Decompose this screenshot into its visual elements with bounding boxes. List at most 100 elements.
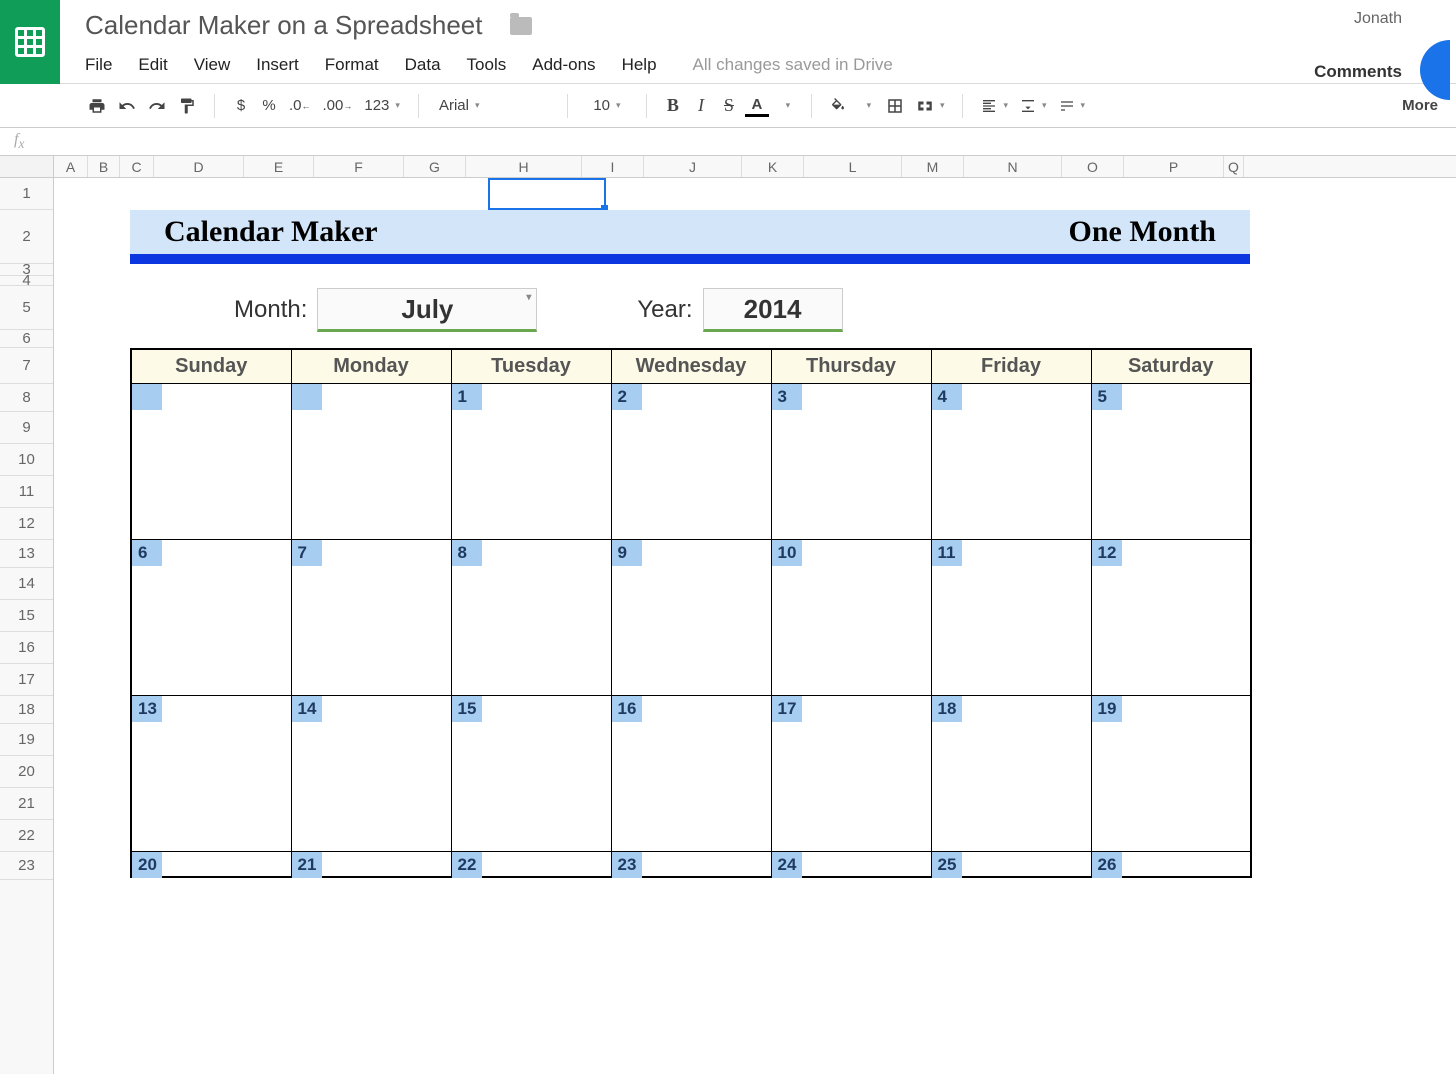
menu-data[interactable]: Data xyxy=(405,55,441,75)
row-header[interactable]: 4 xyxy=(0,276,53,286)
doc-title[interactable]: Calendar Maker on a Spreadsheet xyxy=(85,10,482,41)
calendar-cell[interactable]: 8 xyxy=(451,539,611,695)
text-color-dropdown[interactable] xyxy=(773,92,797,120)
vertical-align-button[interactable] xyxy=(1016,92,1051,120)
menu-addons[interactable]: Add-ons xyxy=(532,55,595,75)
font-size-select[interactable]: 10 xyxy=(582,92,632,120)
calendar-cell[interactable]: 15 xyxy=(451,695,611,851)
fill-color-dropdown[interactable] xyxy=(854,92,878,120)
year-input[interactable]: 2014 xyxy=(703,288,843,332)
row-header[interactable]: 17 xyxy=(0,664,53,696)
increase-decimal-button[interactable]: .00→ xyxy=(319,92,357,120)
calendar-cell[interactable]: 25 xyxy=(931,851,1091,877)
merge-cells-button[interactable] xyxy=(912,92,949,120)
paint-format-icon[interactable] xyxy=(174,92,200,120)
undo-icon[interactable] xyxy=(114,92,140,120)
row-header[interactable]: 11 xyxy=(0,476,53,508)
currency-button[interactable]: $ xyxy=(229,92,253,120)
row-header[interactable]: 14 xyxy=(0,568,53,600)
text-wrap-button[interactable] xyxy=(1055,92,1090,120)
row-header[interactable]: 22 xyxy=(0,820,53,852)
menu-view[interactable]: View xyxy=(194,55,231,75)
row-header[interactable]: 7 xyxy=(0,348,53,384)
col-header[interactable]: L xyxy=(804,156,902,177)
calendar-cell[interactable]: 9 xyxy=(611,539,771,695)
decrease-decimal-button[interactable]: .0← xyxy=(285,92,315,120)
row-header[interactable]: 9 xyxy=(0,412,53,444)
calendar-cell[interactable]: 14 xyxy=(291,695,451,851)
col-header[interactable]: C xyxy=(120,156,154,177)
col-header[interactable]: E xyxy=(244,156,314,177)
col-header[interactable]: F xyxy=(314,156,404,177)
fill-color-button[interactable] xyxy=(826,92,850,120)
col-header[interactable]: A xyxy=(54,156,88,177)
month-select[interactable]: July xyxy=(317,288,537,332)
calendar-cell[interactable]: 18 xyxy=(931,695,1091,851)
calendar-cell[interactable]: 7 xyxy=(291,539,451,695)
comments-button[interactable]: Comments xyxy=(1314,62,1402,82)
col-header[interactable]: Q xyxy=(1224,156,1244,177)
calendar-cell[interactable]: 23 xyxy=(611,851,771,877)
row-header[interactable]: 5 xyxy=(0,286,53,330)
calendar-cell[interactable]: 3 xyxy=(771,383,931,539)
row-header[interactable]: 12 xyxy=(0,508,53,540)
text-color-button[interactable]: A xyxy=(745,95,769,117)
menu-format[interactable]: Format xyxy=(325,55,379,75)
menu-edit[interactable]: Edit xyxy=(138,55,167,75)
calendar-cell[interactable] xyxy=(291,383,451,539)
grid[interactable]: A B C D E F G H I J K L M N O P Q Calend… xyxy=(54,156,1456,1074)
row-header[interactable]: 8 xyxy=(0,384,53,412)
strikethrough-button[interactable]: S xyxy=(717,92,741,120)
select-all-corner[interactable] xyxy=(0,156,53,178)
calendar-cell[interactable]: 5 xyxy=(1091,383,1251,539)
calendar-cell[interactable]: 12 xyxy=(1091,539,1251,695)
font-select[interactable]: Arial xyxy=(433,92,553,120)
menu-insert[interactable]: Insert xyxy=(256,55,299,75)
calendar-cell[interactable]: 19 xyxy=(1091,695,1251,851)
col-header[interactable]: H xyxy=(466,156,582,177)
calendar-cell[interactable]: 26 xyxy=(1091,851,1251,877)
user-name[interactable]: Jonath xyxy=(1354,10,1402,28)
calendar-cell[interactable]: 13 xyxy=(131,695,291,851)
calendar-cell[interactable]: 22 xyxy=(451,851,611,877)
row-header[interactable]: 1 xyxy=(0,178,53,210)
bold-button[interactable]: B xyxy=(661,92,685,120)
col-header[interactable]: P xyxy=(1124,156,1224,177)
more-button[interactable]: More xyxy=(1398,92,1448,120)
app-logo[interactable] xyxy=(0,0,60,84)
calendar-cell[interactable]: 21 xyxy=(291,851,451,877)
formula-bar[interactable]: fx xyxy=(0,128,1456,156)
calendar-cell[interactable]: 20 xyxy=(131,851,291,877)
menu-tools[interactable]: Tools xyxy=(467,55,507,75)
number-format-button[interactable]: 123 xyxy=(360,92,404,120)
row-header[interactable]: 13 xyxy=(0,540,53,568)
row-header[interactable]: 21 xyxy=(0,788,53,820)
col-header[interactable]: G xyxy=(404,156,466,177)
menu-help[interactable]: Help xyxy=(622,55,657,75)
menu-file[interactable]: File xyxy=(85,55,112,75)
calendar-cell[interactable]: 24 xyxy=(771,851,931,877)
calendar-cell[interactable]: 4 xyxy=(931,383,1091,539)
row-header[interactable]: 20 xyxy=(0,756,53,788)
percent-button[interactable]: % xyxy=(257,92,281,120)
row-header[interactable]: 10 xyxy=(0,444,53,476)
italic-button[interactable]: I xyxy=(689,92,713,120)
row-header[interactable]: 2 xyxy=(0,210,53,264)
calendar-cell[interactable]: 10 xyxy=(771,539,931,695)
folder-icon[interactable] xyxy=(510,17,532,35)
borders-button[interactable] xyxy=(882,92,908,120)
col-header[interactable]: I xyxy=(582,156,644,177)
col-header[interactable]: K xyxy=(742,156,804,177)
col-header[interactable]: J xyxy=(644,156,742,177)
row-header[interactable]: 16 xyxy=(0,632,53,664)
row-header[interactable]: 23 xyxy=(0,852,53,880)
redo-icon[interactable] xyxy=(144,92,170,120)
calendar-cell[interactable]: 6 xyxy=(131,539,291,695)
calendar-cell[interactable]: 16 xyxy=(611,695,771,851)
row-header[interactable]: 6 xyxy=(0,330,53,348)
col-header[interactable]: B xyxy=(88,156,120,177)
calendar-cell[interactable]: 1 xyxy=(451,383,611,539)
print-icon[interactable] xyxy=(84,92,110,120)
calendar-cell[interactable] xyxy=(131,383,291,539)
row-header[interactable]: 19 xyxy=(0,724,53,756)
